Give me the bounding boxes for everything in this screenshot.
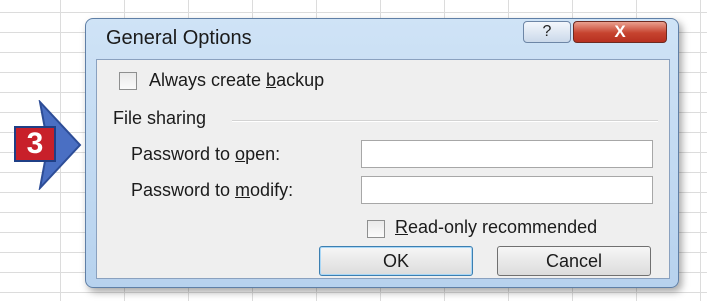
- dialog-title: General Options: [106, 27, 252, 49]
- password-to-open-label: Password to open:: [131, 144, 281, 164]
- group-divider: [232, 120, 658, 122]
- always-create-backup-label[interactable]: Always create backup: [149, 70, 324, 91]
- close-icon: X: [614, 22, 626, 41]
- close-button[interactable]: X: [573, 21, 667, 43]
- ok-button[interactable]: OK: [319, 246, 473, 276]
- file-sharing-group-label: File sharing: [113, 108, 207, 128]
- general-options-dialog: General Options ? X Always create backup…: [85, 18, 679, 288]
- help-button[interactable]: ?: [523, 21, 571, 43]
- password-to-open-field[interactable]: [361, 140, 653, 168]
- dialog-content: Always create backup File sharing Passwo…: [96, 59, 670, 279]
- cancel-button[interactable]: Cancel: [497, 246, 651, 276]
- password-to-modify-field[interactable]: [361, 176, 653, 204]
- password-to-modify-label: Password to modify:: [131, 180, 294, 200]
- always-create-backup-checkbox[interactable]: [119, 72, 137, 90]
- read-only-recommended-label[interactable]: Read-only recommended: [395, 217, 597, 238]
- help-icon: ?: [542, 23, 552, 40]
- step-number-badge: 3: [14, 126, 56, 162]
- read-only-recommended-checkbox[interactable]: [367, 220, 385, 238]
